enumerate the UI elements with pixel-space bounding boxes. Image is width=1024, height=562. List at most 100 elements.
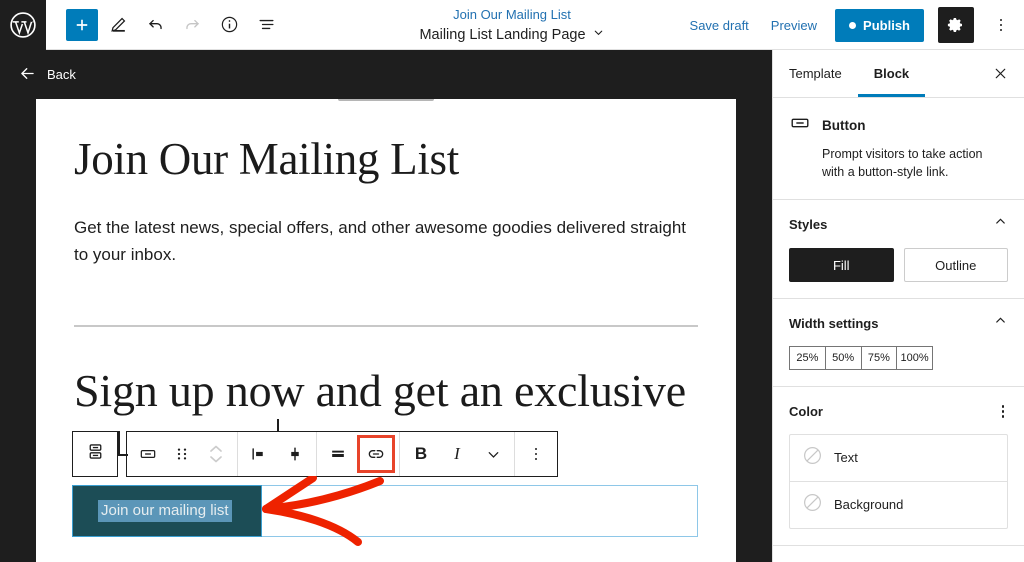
sidebar-block-description: Prompt visitors to take action with a bu… xyxy=(822,147,983,179)
tab-template[interactable]: Template xyxy=(773,50,858,97)
wordpress-block-editor: Join Our Mailing List Mailing List Landi… xyxy=(0,0,1024,562)
caret-marker xyxy=(277,419,279,432)
link-button[interactable] xyxy=(360,438,392,470)
styles-section-header[interactable]: Styles xyxy=(789,214,1008,234)
toolbar-connector-line xyxy=(118,431,128,456)
button-block[interactable]: Join our mailing list xyxy=(72,485,262,537)
style-option-outline[interactable]: Outline xyxy=(903,248,1008,282)
publish-status-dot-icon xyxy=(849,21,857,29)
width-option-75[interactable]: 75% xyxy=(860,346,897,370)
toolbar-group-format xyxy=(317,432,400,476)
style-option-fill[interactable]: Fill xyxy=(789,248,894,282)
width-section-title: Width settings xyxy=(789,315,879,331)
styles-section-title: Styles xyxy=(789,216,828,232)
canvas-resize-handle[interactable] xyxy=(338,99,434,101)
publish-button[interactable]: Publish xyxy=(835,8,924,42)
sidebar-block-info: Button Prompt visitors to take action wi… xyxy=(773,98,1024,200)
block-type-button[interactable] xyxy=(130,432,166,476)
toolbar-group-align xyxy=(238,432,317,476)
width-option-100[interactable]: 100% xyxy=(896,346,933,370)
list-view-button[interactable] xyxy=(250,8,283,41)
color-label-text: Text xyxy=(834,450,858,465)
color-label-background: Background xyxy=(834,497,904,512)
sidebar-tabs: Template Block xyxy=(773,50,1024,98)
block-toolbar-main: B I xyxy=(126,419,558,477)
details-button[interactable] xyxy=(213,8,246,41)
text-align-button[interactable] xyxy=(320,432,356,476)
sidebar-section-styles: Styles Fill Outline xyxy=(773,200,1024,299)
separator-block[interactable] xyxy=(74,324,698,327)
sidebar-section-width: Width settings 25% 50% 75% 100% xyxy=(773,299,1024,387)
edit-tool-button[interactable] xyxy=(102,8,135,41)
toolbar-group-richtext: B I xyxy=(400,432,515,476)
italic-button[interactable]: I xyxy=(439,432,475,476)
preview-button[interactable]: Preview xyxy=(767,12,821,39)
back-label: Back xyxy=(47,67,76,82)
editor-back-bar: Back xyxy=(0,50,772,99)
arrow-left-icon xyxy=(18,64,37,86)
publish-label: Publish xyxy=(863,17,910,33)
add-block-button[interactable] xyxy=(66,8,98,41)
top-bar-tools xyxy=(46,8,283,41)
block-options-button[interactable] xyxy=(518,432,554,476)
align-center-button[interactable] xyxy=(277,432,313,476)
settings-gear-button[interactable] xyxy=(938,7,974,43)
chevron-up-icon xyxy=(993,214,1008,234)
sidebar-block-head: Button xyxy=(789,112,1008,139)
empty-circle-slash-icon xyxy=(802,492,823,518)
page-subheading[interactable]: Sign up now and get an exclusive xyxy=(74,365,698,417)
toolbar-group-options xyxy=(515,432,557,476)
button-label-text[interactable]: Join our mailing list xyxy=(98,500,232,522)
save-draft-button[interactable]: Save draft xyxy=(686,12,753,39)
color-section-title: Color xyxy=(789,403,823,419)
back-button[interactable]: Back xyxy=(8,58,86,92)
chevron-up-icon xyxy=(993,313,1008,333)
page-paragraph[interactable]: Get the latest news, special offers, and… xyxy=(74,214,694,268)
page-heading[interactable]: Join Our Mailing List xyxy=(74,134,698,186)
select-parent-buttons-block[interactable] xyxy=(72,431,128,477)
width-options: 25% 50% 75% 100% xyxy=(789,346,933,370)
buttons-block-icon xyxy=(85,441,106,467)
bold-button[interactable]: B xyxy=(403,432,439,476)
align-left-button[interactable] xyxy=(241,432,277,476)
redo-button[interactable] xyxy=(176,8,209,41)
close-sidebar-button[interactable] xyxy=(984,58,1016,90)
kebab-vertical-icon xyxy=(996,15,1007,36)
top-bar-actions: Save draft Preview Publish xyxy=(686,0,1014,50)
width-option-50[interactable]: 50% xyxy=(824,346,861,370)
block-toolbar: B I xyxy=(72,419,558,477)
empty-circle-slash-icon xyxy=(802,445,823,471)
block-settings-sidebar: Template Block Button Prompt visitors to… xyxy=(772,50,1024,562)
undo-button[interactable] xyxy=(139,8,172,41)
chevron-down-icon xyxy=(592,25,605,45)
template-name-label: Mailing List Landing Page xyxy=(419,27,586,43)
editor-canvas-area: Join Our Mailing List Get the latest new… xyxy=(0,99,772,562)
bold-label: B xyxy=(414,444,428,463)
sidebar-block-title: Button xyxy=(822,118,866,133)
move-updown-button[interactable] xyxy=(198,432,234,476)
width-option-25[interactable]: 25% xyxy=(789,346,825,370)
drag-handle[interactable] xyxy=(166,432,198,476)
document-title[interactable]: Join Our Mailing List xyxy=(453,6,571,24)
kebab-vertical-icon xyxy=(531,444,542,465)
tab-block[interactable]: Block xyxy=(858,50,925,97)
wordpress-logo-icon[interactable] xyxy=(0,0,46,50)
page-content: Join Our Mailing List Get the latest new… xyxy=(36,99,736,416)
editor-top-bar: Join Our Mailing List Mailing List Landi… xyxy=(0,0,1024,50)
more-options-button[interactable] xyxy=(988,9,1014,42)
color-rows: Text Background xyxy=(789,433,1008,529)
button-block-icon xyxy=(789,112,811,139)
buttons-block-container[interactable]: Join our mailing list xyxy=(72,485,698,537)
color-row-text[interactable]: Text xyxy=(790,435,1007,482)
color-options-button[interactable] xyxy=(998,401,1009,422)
width-section-header[interactable]: Width settings xyxy=(789,313,1008,333)
italic-label: I xyxy=(454,444,460,463)
color-section-header: Color xyxy=(789,401,1008,422)
styles-options: Fill Outline xyxy=(789,248,1008,282)
more-rich-text-button[interactable] xyxy=(475,432,511,476)
sidebar-section-typography: Typography xyxy=(773,546,1024,562)
toolbar-group-block xyxy=(127,432,238,476)
template-name-dropdown[interactable]: Mailing List Landing Page xyxy=(419,25,604,45)
sidebar-section-color: Color Text Background xyxy=(773,387,1024,546)
color-row-background[interactable]: Background xyxy=(790,482,1007,528)
